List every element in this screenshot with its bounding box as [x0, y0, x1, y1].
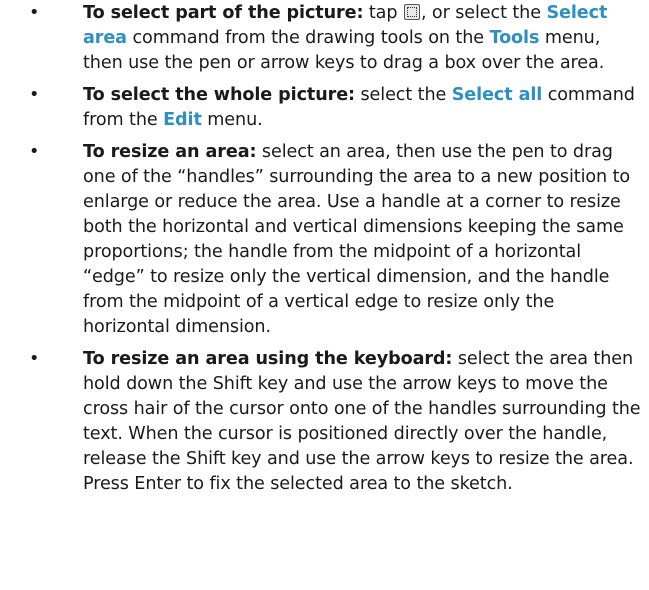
menu-name-tools: Tools [489, 28, 540, 48]
item-heading: To select the whole picture: [83, 85, 355, 105]
list-item-resize-area: • To resize an area: select an area, the… [0, 140, 643, 340]
item-heading: To select part of the picture: [83, 3, 364, 23]
select-area-icon [403, 4, 420, 20]
instruction-list: • To select part of the picture: tap , o… [0, 1, 643, 497]
bullet: • [29, 3, 40, 23]
item-text: tap [363, 3, 403, 23]
list-item-resize-keyboard: • To resize an area using the keyboard: … [0, 347, 643, 497]
item-text: select the [355, 85, 452, 105]
bullet: • [29, 142, 40, 162]
bullet: • [29, 85, 40, 105]
help-document: • To select part of the picture: tap , o… [0, 0, 649, 590]
item-heading: To resize an area: [83, 142, 257, 162]
command-name-select-all: Select all [451, 85, 543, 105]
item-text: menu. [201, 110, 263, 130]
list-item-select-whole: • To select the whole picture: select th… [0, 83, 643, 133]
item-text: command from the drawing tools on the [126, 28, 490, 48]
menu-name-edit: Edit [163, 110, 202, 130]
item-text: select an area, then use the pen to drag… [83, 142, 631, 337]
item-heading: To resize an area using the keyboard: [83, 349, 453, 369]
list-item-select-part: • To select part of the picture: tap , o… [0, 1, 643, 76]
bullet: • [29, 349, 40, 369]
item-text: , or select the [420, 3, 547, 23]
item-text: select the area then hold down the Shift… [83, 349, 641, 494]
